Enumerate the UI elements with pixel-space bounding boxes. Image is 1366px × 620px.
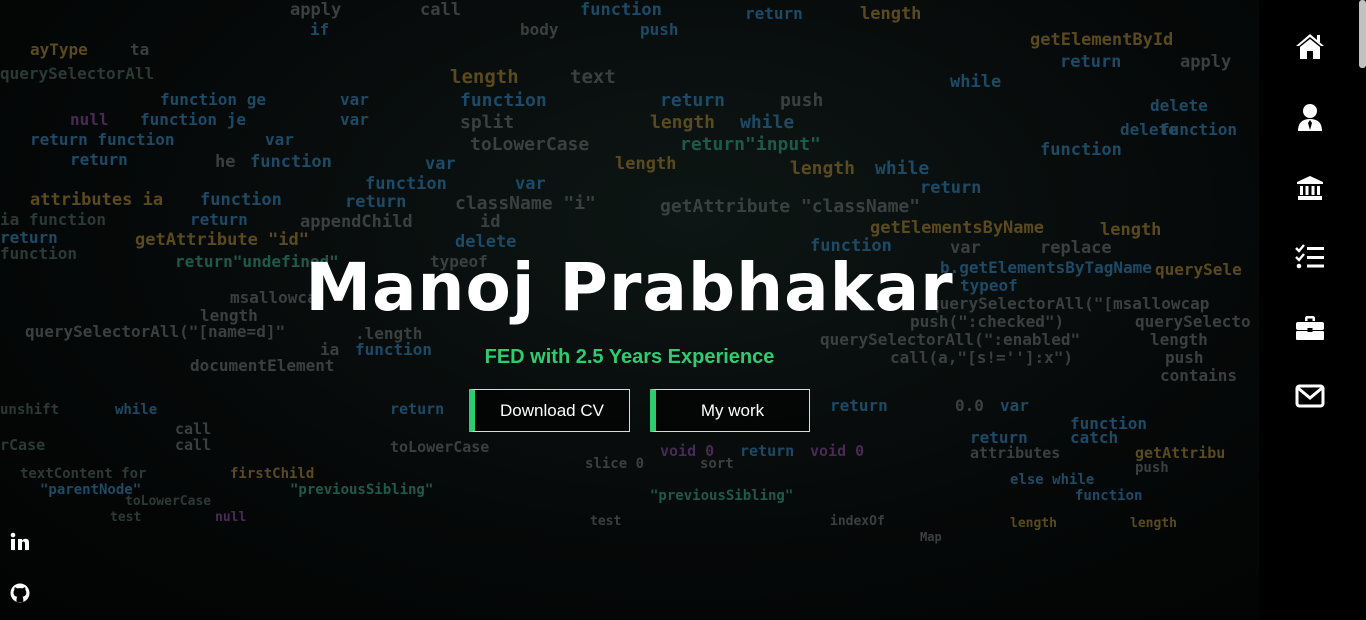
nav-work[interactable]: [1294, 312, 1326, 344]
task-list-icon: [1295, 244, 1325, 270]
hero-tagline: FED with 2.5 Years Experience: [484, 346, 775, 368]
user-icon: [1297, 103, 1323, 131]
nav-about[interactable]: [1294, 101, 1326, 133]
briefcase-icon: [1295, 315, 1325, 341]
nav-skills[interactable]: [1294, 241, 1326, 273]
home-icon: [1295, 32, 1325, 60]
institution-icon: [1296, 175, 1324, 201]
scrollbar[interactable]: [1359, 0, 1366, 620]
hero-section: length text function return push split l…: [0, 0, 1259, 620]
linkedin-icon: [10, 532, 30, 552]
scrollbar-thumb[interactable]: [1359, 0, 1366, 68]
download-cv-button[interactable]: Download CV: [469, 389, 630, 432]
nav-contact[interactable]: [1294, 380, 1326, 412]
github-link[interactable]: [8, 581, 32, 605]
my-work-button[interactable]: My work: [650, 389, 810, 432]
right-navigation: [1259, 0, 1366, 620]
linkedin-link[interactable]: [8, 530, 32, 554]
nav-education[interactable]: [1294, 172, 1326, 204]
github-icon: [10, 583, 30, 603]
nav-home[interactable]: [1294, 30, 1326, 62]
hero-name: Manoj Prabhakar: [305, 249, 954, 326]
envelope-icon: [1295, 384, 1325, 408]
